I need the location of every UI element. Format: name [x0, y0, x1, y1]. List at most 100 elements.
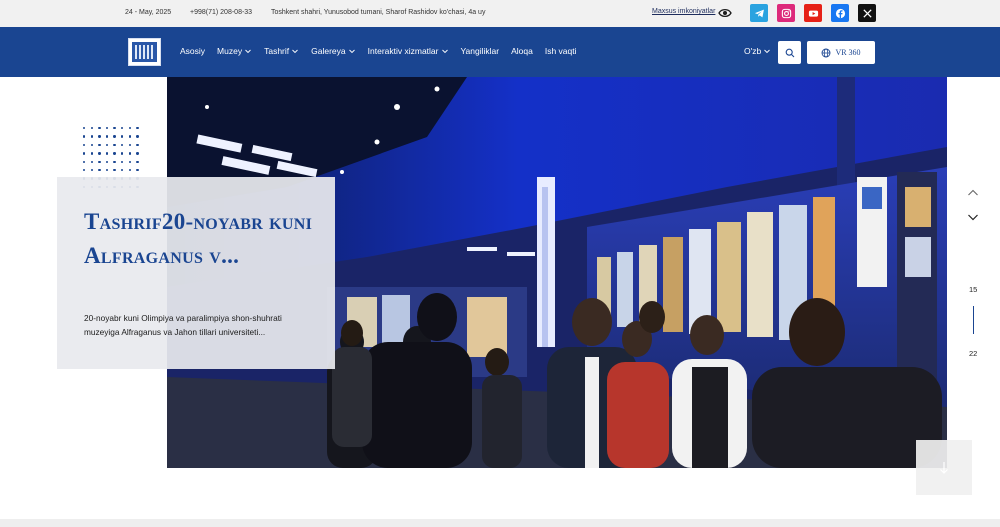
youtube-icon[interactable] — [804, 4, 822, 22]
current-date: 24 - May, 2025 — [125, 9, 172, 16]
facebook-icon[interactable] — [831, 4, 849, 22]
grid-dot — [113, 152, 116, 155]
slide-current-number: 15 — [969, 285, 978, 294]
grid-dot — [121, 160, 124, 163]
grid-dot — [113, 135, 116, 138]
search-icon — [785, 48, 794, 57]
grid-dot — [121, 135, 124, 138]
top-info-bar: 24 - May, 2025 +998(71) 208-08-33 Toshke… — [0, 0, 1000, 27]
grid-dot — [128, 135, 131, 138]
vr-360-button[interactable]: VR 360 — [807, 41, 875, 64]
chevron-down-icon — [764, 49, 771, 54]
grid-dot — [128, 143, 131, 147]
grid-dot — [113, 160, 116, 163]
grid-dot — [105, 169, 109, 172]
grid-dot — [90, 135, 93, 138]
nav-item-aloqa[interactable]: Aloqa — [511, 46, 533, 56]
grid-dot — [136, 127, 139, 130]
grid-dot — [83, 160, 86, 163]
telegram-icon[interactable] — [750, 4, 768, 22]
nav-item-interaktiv-xizmatlar[interactable]: Interaktiv xizmatlar — [368, 46, 449, 56]
x-icon[interactable] — [858, 4, 876, 22]
grid-dot — [113, 169, 116, 172]
language-label: O'zb — [744, 46, 762, 56]
slider-next-arrow[interactable] — [967, 212, 979, 222]
grid-dot — [98, 160, 101, 163]
language-selector[interactable]: O'zb — [744, 46, 771, 56]
grid-dot — [136, 143, 139, 147]
nav-item-ish-vaqti[interactable]: Ish vaqti — [545, 46, 577, 56]
globe-icon — [821, 48, 831, 57]
grid-dot — [98, 143, 101, 147]
grid-dot — [83, 135, 86, 138]
hero-title[interactable]: Tashrif20-noyabr kuni Alfraganus v... — [84, 205, 324, 273]
grid-dot — [83, 152, 86, 155]
grid-dot — [98, 127, 101, 130]
nav-item-label: Asosiy — [180, 46, 206, 56]
grid-dot — [121, 152, 124, 155]
address: Toshkent shahri, Yunusobod tumani, Sharo… — [271, 9, 486, 16]
nav-item-label: Ish vaqti — [544, 46, 577, 56]
main-navigation: Asosiy Muzey Tashrif Galereya Interaktiv xiz… — [0, 27, 1000, 77]
grid-dot — [128, 152, 131, 155]
grid-dot — [105, 152, 109, 155]
grid-dot — [105, 127, 109, 130]
slider-progress-line — [973, 306, 974, 334]
search-button[interactable] — [778, 41, 801, 64]
nav-item-asosiy[interactable]: Asosiy — [180, 46, 205, 56]
grid-dot — [83, 143, 86, 147]
grid-dot — [121, 169, 124, 172]
slider-prev-arrow[interactable] — [967, 188, 979, 198]
grid-dot — [98, 135, 101, 138]
grid-dot — [136, 135, 139, 138]
grid-dot — [90, 143, 93, 147]
grid-dot — [128, 127, 131, 130]
grid-dot — [90, 160, 93, 163]
museum-logo[interactable] — [128, 38, 161, 66]
grid-dot — [105, 135, 109, 138]
nav-item-label: Galereya — [311, 46, 346, 56]
accessibility-link[interactable]: Maxsus imkoniyatlar — [652, 8, 715, 15]
nav-item-yangiliklar[interactable]: Yangiliklar — [461, 46, 500, 56]
grid-dot — [105, 143, 109, 147]
grid-dot — [113, 127, 116, 130]
chevron-down-icon — [441, 49, 448, 54]
grid-dot — [90, 127, 93, 130]
page-bottom-strip — [0, 519, 1000, 527]
grid-dot — [113, 143, 116, 147]
scroll-down-button[interactable] — [916, 440, 972, 495]
phone-number[interactable]: +998(71) 208-08-33 — [190, 9, 252, 16]
grid-dot — [121, 143, 124, 147]
eye-icon[interactable] — [718, 7, 732, 19]
nav-item-label: Muzey — [217, 46, 243, 56]
grid-dot — [83, 169, 86, 172]
slide-total-number: 22 — [969, 349, 978, 358]
grid-dot — [90, 169, 93, 172]
hero-caption-card[interactable]: Tashrif20-noyabr kuni Alfraganus v... 20… — [57, 177, 335, 369]
nav-item-label: Interaktiv xizmatlar — [367, 46, 439, 56]
nav-menu: Asosiy Muzey Tashrif Galereya Interaktiv xiz… — [180, 46, 577, 56]
grid-dot — [121, 127, 124, 130]
chevron-down-icon — [348, 49, 355, 54]
grid-dot — [98, 169, 101, 172]
grid-dot — [136, 169, 139, 172]
nav-item-label: Yangiliklar — [460, 46, 500, 56]
grid-dot — [128, 169, 131, 172]
hero-description: 20-noyabr kuni Olimpiya va paralimpiya s… — [84, 313, 282, 337]
grid-dot — [90, 152, 93, 155]
chevron-down-icon — [292, 49, 298, 54]
grid-dot — [105, 160, 109, 163]
grid-dot — [128, 160, 131, 163]
chevron-down-icon — [245, 49, 251, 54]
nav-item-label: Aloqa — [511, 46, 533, 56]
grid-dot — [83, 127, 86, 130]
grid-dot — [136, 152, 139, 155]
nav-item-tashrif[interactable]: Tashrif — [264, 46, 299, 56]
grid-dot — [98, 152, 101, 155]
instagram-icon[interactable] — [777, 4, 795, 22]
nav-item-galereya[interactable]: Galereya — [311, 46, 356, 56]
arrow-down-icon — [940, 461, 948, 474]
nav-item-muzey[interactable]: Muzey — [217, 46, 252, 56]
vr-360-label: VR 360 — [835, 48, 861, 57]
nav-item-label: Tashrif — [264, 46, 290, 56]
